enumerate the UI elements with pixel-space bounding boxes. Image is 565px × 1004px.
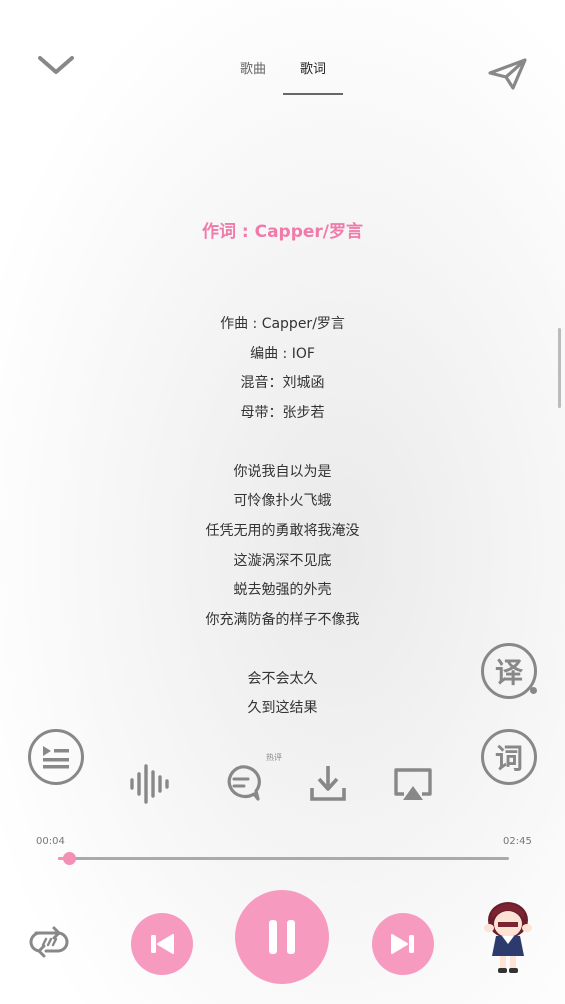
translate-label: 译	[494, 656, 523, 689]
translate-dot	[530, 687, 537, 694]
cast-icon[interactable]	[393, 767, 433, 803]
translate-button[interactable]: 译	[481, 643, 537, 699]
current-time: 00:04	[36, 836, 65, 847]
scrollbar[interactable]	[558, 328, 561, 408]
playlist-icon	[41, 744, 71, 770]
lyric-line: 任凭无用的勇敢将我淹没	[205, 523, 360, 539]
skip-next-icon	[390, 933, 416, 955]
tab-song[interactable]: 歌曲	[240, 58, 266, 77]
lyric-line: 蜕去勉强的外壳	[233, 582, 332, 598]
lyric-toggle-label: 词	[494, 742, 523, 775]
total-time: 02:45	[503, 836, 532, 847]
download-icon[interactable]	[309, 764, 347, 802]
pause-icon	[267, 918, 297, 956]
lyric-line: 可怜像扑火飞蛾	[233, 493, 332, 509]
repeat-icon[interactable]	[28, 920, 70, 958]
paper-plane-icon[interactable]	[487, 56, 529, 92]
playlist-button[interactable]	[28, 729, 84, 785]
lyric-line: 母带：张步若	[240, 405, 325, 421]
next-button[interactable]	[372, 913, 434, 975]
active-tab-indicator	[283, 93, 343, 95]
lyric-line: 这漩涡深不见底	[233, 553, 332, 569]
chevron-down-icon[interactable]	[36, 48, 76, 84]
hot-comments-label: 热评	[266, 753, 282, 762]
progress-knob[interactable]	[62, 852, 76, 865]
comment-icon[interactable]	[221, 764, 261, 802]
avatar[interactable]	[480, 898, 536, 976]
sound-wave-icon[interactable]	[129, 763, 171, 805]
tab-lyrics[interactable]: 歌词	[300, 58, 326, 77]
lyric-line: 作曲 : Capper/罗言	[220, 316, 345, 332]
skip-previous-icon	[149, 933, 175, 955]
lyric-line: 你充满防备的样子不像我	[205, 612, 360, 628]
lyric-line: 混音：刘城函	[240, 375, 325, 391]
previous-button[interactable]	[131, 913, 193, 975]
lyric-line: 你说我自以为是	[233, 464, 332, 480]
lyric-line: 久到这结果	[247, 700, 318, 716]
pause-button[interactable]	[235, 890, 329, 984]
lyric-toggle-button[interactable]: 词	[481, 729, 537, 785]
lyric-title: 作词 : Capper/罗言	[201, 222, 364, 242]
lyric-line: 编曲 : IOF	[250, 346, 315, 362]
progress-track[interactable]	[58, 857, 509, 860]
